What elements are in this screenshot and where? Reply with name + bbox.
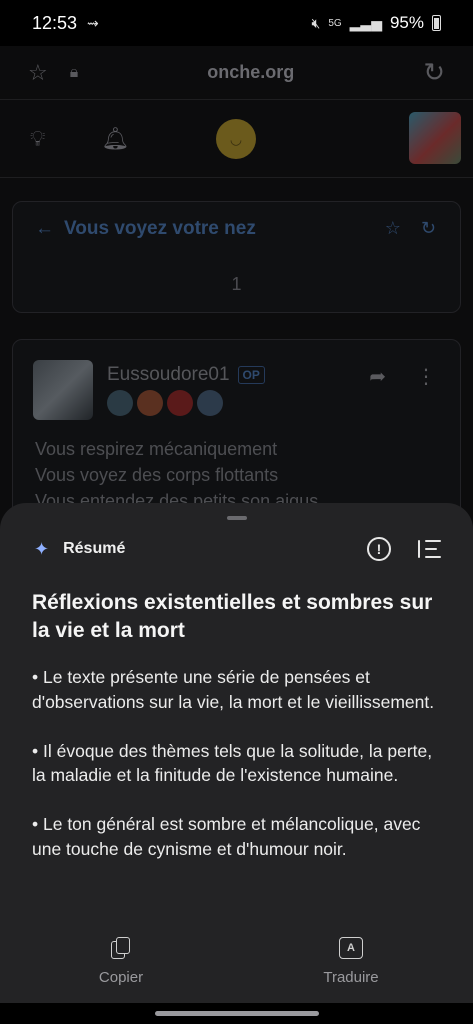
translate-icon: A bbox=[339, 937, 363, 959]
author-name[interactable]: Eussoudore01 bbox=[107, 364, 230, 386]
page-number[interactable]: 1 bbox=[13, 274, 460, 295]
status-time: 12:53 bbox=[32, 12, 78, 33]
post-line: Vous voyez des corps flottants bbox=[35, 465, 279, 485]
bookmark-star-icon[interactable]: ☆ bbox=[28, 60, 48, 86]
battery-icon bbox=[432, 15, 441, 31]
translate-label: Traduire bbox=[323, 969, 379, 986]
network-type-icon: 5G bbox=[328, 17, 342, 29]
summary-bullet: • Il évoque des thèmes tels que la solit… bbox=[32, 740, 433, 786]
report-icon[interactable]: ! bbox=[367, 537, 391, 561]
sheet-actions: Copier A Traduire bbox=[0, 933, 473, 993]
summary-bullet: • Le texte présente une série de pensées… bbox=[32, 667, 435, 712]
gesture-nav-bar bbox=[0, 1003, 473, 1024]
copy-button[interactable]: Copier bbox=[61, 937, 181, 986]
data-transfer-icon: ⇝ bbox=[87, 14, 99, 31]
lock-icon: 🔒︎ bbox=[69, 63, 79, 81]
badge-icon bbox=[197, 390, 223, 416]
copy-icon bbox=[111, 937, 131, 959]
more-options-icon[interactable]: ⋮ bbox=[416, 364, 436, 389]
site-logo[interactable]: ◡ bbox=[216, 119, 256, 159]
favorite-star-icon[interactable]: ☆ bbox=[385, 218, 401, 239]
summary-title: Réflexions existentielles et sombres sur… bbox=[32, 591, 433, 642]
drag-handle[interactable] bbox=[227, 516, 247, 520]
home-gesture-pill[interactable] bbox=[155, 1011, 319, 1016]
badge-icon bbox=[167, 390, 193, 416]
back-arrow-icon[interactable]: ← bbox=[35, 218, 54, 240]
user-avatar[interactable] bbox=[409, 112, 461, 164]
badge-icon bbox=[107, 390, 133, 416]
copy-label: Copier bbox=[98, 969, 144, 986]
battery-percent: 95% bbox=[389, 13, 424, 32]
reload-icon[interactable]: ↻ bbox=[423, 57, 445, 88]
sheet-header: ✦ Résumé ! bbox=[0, 529, 473, 569]
summary-bullet: • Le ton général est sombre et mélancoli… bbox=[32, 814, 421, 859]
url-bar: ☆ 🔒︎ onche.org ↻ bbox=[0, 46, 473, 100]
summary-body: • Le texte présente une série de pensées… bbox=[32, 665, 445, 886]
refresh-icon[interactable]: ↻ bbox=[421, 218, 436, 239]
site-toolbar: 💡︎ 🔔︎ ◡ bbox=[0, 100, 473, 178]
lightbulb-icon[interactable]: 💡︎ bbox=[30, 126, 45, 152]
mute-icon: 🔇︎ bbox=[311, 14, 321, 31]
badge-icon bbox=[137, 390, 163, 416]
format-list-icon[interactable] bbox=[417, 538, 441, 560]
author-badges bbox=[107, 390, 223, 416]
author-avatar[interactable] bbox=[33, 360, 93, 420]
signal-icon: ▂▃▅ bbox=[349, 14, 382, 31]
sheet-label: Résumé bbox=[63, 540, 126, 557]
url-text[interactable]: onche.org bbox=[207, 62, 294, 83]
topic-title[interactable]: Vous voyez votre nez bbox=[64, 218, 256, 240]
share-icon[interactable]: ➦ bbox=[369, 364, 386, 389]
sparkle-icon: ✦ bbox=[34, 538, 50, 559]
post-line: Vous respirez mécaniquement bbox=[35, 439, 278, 459]
summary-sheet: ✦ Résumé ! Réflexions existentielles et … bbox=[0, 503, 473, 1003]
bell-icon[interactable]: 🔔︎ bbox=[101, 126, 129, 152]
translate-button[interactable]: A Traduire bbox=[291, 937, 411, 986]
status-bar: 12:53 ⇝ 🔇︎ 5G ▂▃▅ 95% bbox=[0, 0, 473, 46]
topic-header-card: ← Vous voyez votre nez ☆ ↻ 1 bbox=[12, 201, 461, 313]
op-badge: OP bbox=[237, 366, 265, 384]
